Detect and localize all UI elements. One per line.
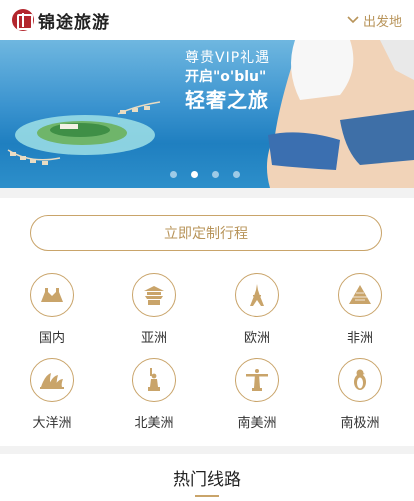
destination-south-america[interactable]: 南美洲 [217,358,297,431]
top-header: 锦途旅游 出发地 [0,0,414,40]
section-divider [0,188,414,198]
destination-asia[interactable]: 亚洲 [114,273,194,346]
destination-europe[interactable]: 欧洲 [217,273,297,346]
carousel-dot[interactable] [233,171,240,178]
destination-label: 国内 [38,331,65,346]
icon-circle [235,358,279,402]
hot-routes-title: 热门线路 [173,470,241,490]
banner-line-2: 开启"o'blu" [185,68,267,85]
icon-circle [338,358,382,402]
icon-circle [30,358,74,402]
icon-circle [235,273,279,317]
eiffel-tower-icon [250,284,264,306]
section-divider [0,446,414,454]
destination-north-america[interactable]: 北美洲 [114,358,194,431]
destination-label: 欧洲 [243,331,270,346]
destination-label: 南极洲 [340,416,380,431]
destination-label: 非洲 [346,331,373,346]
destination-domestic[interactable]: 国内 [12,273,92,346]
carousel-dot[interactable] [170,171,177,178]
banner-line-1: 尊贵VIP礼遇 [185,50,271,66]
temple-icon [144,286,164,305]
departure-selector[interactable]: 出发地 [347,11,402,30]
opera-house-icon [40,373,64,389]
destination-label: 大洋洲 [32,416,72,431]
promo-banner[interactable]: 尊贵VIP礼遇 开启"o'blu" 轻奢之旅 [0,40,414,188]
destination-label: 北美洲 [134,416,174,431]
logo-mark-icon [12,9,34,31]
icon-circle [132,273,176,317]
destination-antarctica[interactable]: 南极洲 [320,358,400,431]
statue-of-liberty-icon [148,368,160,391]
banner-text: 尊贵VIP礼遇 开启"o'blu" 轻奢之旅 [185,50,270,112]
icon-circle [30,273,74,317]
pyramid-icon [349,285,371,304]
carousel-dots [170,171,240,178]
departure-label: 出发地 [362,14,402,30]
banner-line-3: 轻奢之旅 [185,87,269,112]
destination-africa[interactable]: 非洲 [320,273,400,346]
brand-logo[interactable]: 锦途旅游 [12,8,110,33]
icon-circle [338,273,382,317]
icon-circle [132,358,176,402]
title-underline [195,495,219,497]
carousel-dot-active[interactable] [191,171,198,178]
customize-trip-button[interactable]: 立即定制行程 [30,215,382,251]
penguin-icon [354,369,366,390]
chevron-down-icon [347,16,359,24]
destination-oceania[interactable]: 大洋洲 [12,358,92,431]
logo-text: 锦途旅游 [38,12,110,33]
destination-label: 亚洲 [140,331,167,346]
great-wall-icon [41,288,63,302]
carousel-dot[interactable] [212,171,219,178]
christ-redeemer-icon [246,369,268,391]
destination-label: 南美洲 [237,416,277,431]
